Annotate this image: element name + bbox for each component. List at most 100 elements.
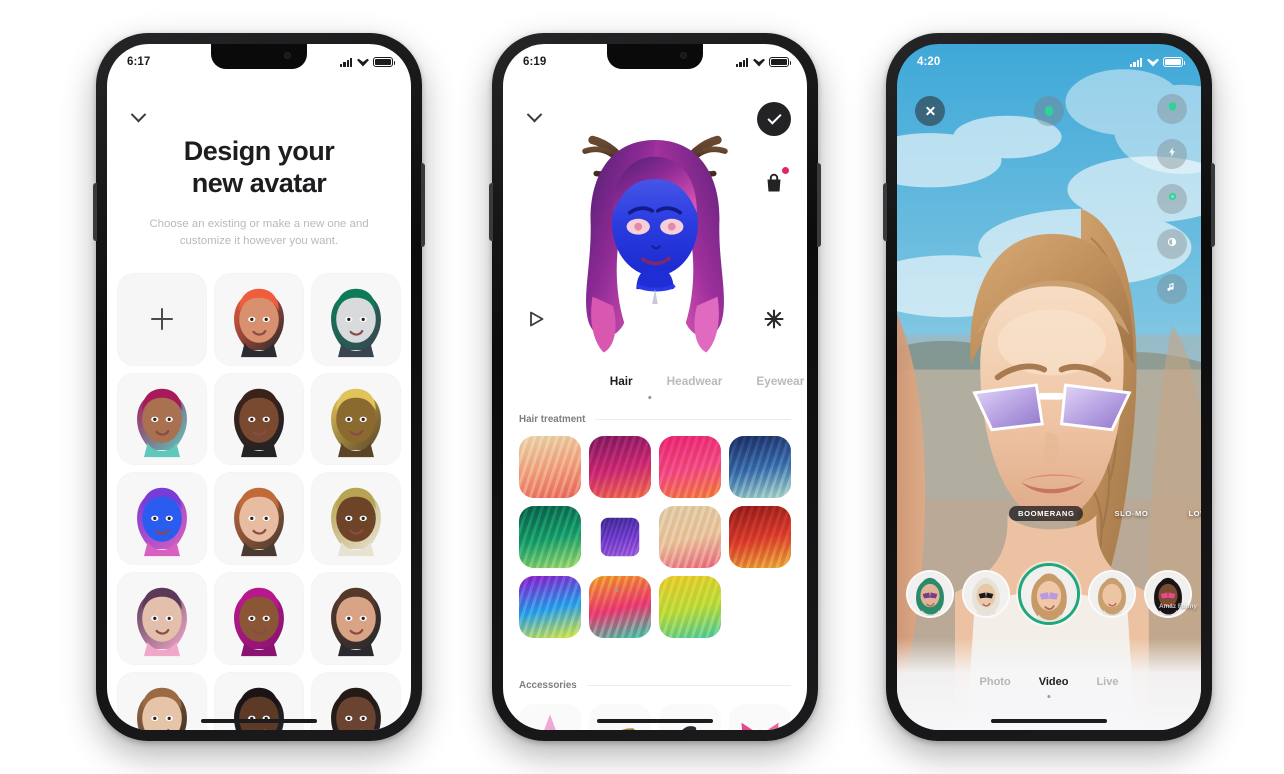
- rail-button-flash[interactable]: [1157, 139, 1187, 169]
- rail-button-music[interactable]: [1157, 274, 1187, 304]
- avatar-dark-curls[interactable]: [214, 372, 304, 466]
- status-icons: [340, 57, 396, 67]
- mode-live[interactable]: Live: [1096, 676, 1118, 688]
- avatar-red-hair-cap-art: [234, 288, 284, 358]
- page-title-line-2: new avatar: [191, 167, 327, 198]
- home-indicator[interactable]: [201, 718, 317, 723]
- rail-button-effects[interactable]: [1157, 184, 1187, 214]
- battery-full-icon: [1163, 57, 1186, 67]
- rail-button-filters[interactable]: [1157, 229, 1187, 259]
- shop-button[interactable]: [763, 167, 789, 194]
- chip-low-l[interactable]: LOW L: [1179, 506, 1201, 521]
- hair-strand-texture: [600, 517, 640, 557]
- accessory-pink-bow[interactable]: [729, 704, 791, 730]
- avatar-green-mohawk-skull[interactable]: [311, 273, 401, 366]
- status-icons: [1130, 57, 1186, 67]
- avatar-sticker-button[interactable]: [1034, 96, 1064, 126]
- tab-headwear[interactable]: Headwear: [667, 374, 723, 388]
- hair-strand-texture: [729, 506, 791, 568]
- lens-green-hair[interactable]: [906, 570, 954, 618]
- accessory-gold-antlers[interactable]: [589, 704, 651, 730]
- battery-full-icon: [769, 57, 792, 67]
- camera-control-rail: [1157, 94, 1187, 304]
- avatar-gold-fauxhawk[interactable]: [311, 372, 401, 466]
- notch: [211, 44, 307, 69]
- avatar-magenta-braids[interactable]: [117, 372, 207, 466]
- checkmark-icon: [766, 110, 782, 125]
- hair-strand-texture: [659, 576, 721, 638]
- avatar-thumbnail: [311, 373, 401, 466]
- page-subtitle: Choose an existing or make a new one and…: [149, 217, 369, 248]
- swatch-magenta-sunset[interactable]: [589, 436, 651, 498]
- status-time: 6:19: [523, 56, 547, 68]
- wifi-icon: [753, 58, 765, 67]
- lens-braid-sunglasses[interactable]: [1018, 563, 1080, 625]
- accessory-dark-headpiece[interactable]: [659, 704, 721, 730]
- swatch-yellow-green[interactable]: [659, 576, 721, 638]
- avatar-blue-creature[interactable]: [117, 472, 207, 566]
- avatar-thumbnail: [214, 273, 304, 366]
- capture-mode-tabs: Photo Video Live: [897, 676, 1201, 688]
- section-divider: [595, 419, 791, 420]
- rail-button-avatar[interactable]: [1157, 94, 1187, 124]
- avatar-thumbnail: [214, 472, 304, 565]
- avatar-afro-puff[interactable]: [311, 671, 401, 730]
- avatar-visor-pink[interactable]: [117, 572, 207, 665]
- chip-slo-mo[interactable]: SLO-MO: [1105, 506, 1157, 521]
- close-x-icon: [925, 106, 936, 117]
- lens-white-hair-shades[interactable]: [962, 570, 1010, 618]
- home-indicator[interactable]: [597, 718, 713, 723]
- lens-long-blonde[interactable]: [1088, 570, 1136, 618]
- close-customizer-button[interactable]: [517, 100, 551, 134]
- chip-boomerang[interactable]: BOOMERANG: [1009, 506, 1084, 521]
- tab-eyewear[interactable]: Eyewear: [756, 374, 804, 388]
- avatar-magenta-braids-art: [137, 388, 187, 457]
- hair-treatment-swatches: [503, 436, 807, 638]
- side-overlay-label: Amaz Funny: [1159, 603, 1197, 611]
- close-sheet-button[interactable]: [121, 100, 155, 134]
- avatar-light-brown-bob[interactable]: [117, 671, 207, 730]
- hero-block: Design your new avatar Choose an existin…: [107, 44, 411, 251]
- mode-photo[interactable]: Photo: [980, 676, 1011, 688]
- effects-button[interactable]: [763, 308, 785, 330]
- category-tabs: Hair Headwear Eyewear: [503, 364, 807, 398]
- status-icons: [736, 57, 792, 67]
- music-note-icon: [1166, 280, 1178, 298]
- avatar-red-hair-cap[interactable]: [214, 273, 304, 366]
- swatch-emerald-lime[interactable]: [519, 506, 581, 568]
- page-title-line-1: Design your: [183, 136, 335, 166]
- cellular-signal-icon: [1130, 57, 1143, 67]
- swatch-sand-rose[interactable]: [659, 506, 721, 568]
- capture-mode-chips: BOOMERANG SLO-MO LOW L: [897, 506, 1201, 521]
- swatch-violet-purple[interactable]: [600, 517, 640, 557]
- phone-1-screen: 6:17 Design your new avatar Choose an ex…: [107, 44, 411, 730]
- accessory-pink-star-clip[interactable]: [519, 704, 581, 730]
- swatch-rainbow-magenta[interactable]: [519, 576, 581, 638]
- confirm-avatar-button[interactable]: [757, 102, 791, 136]
- front-camera-icon: [284, 52, 291, 59]
- lens-carousel: [897, 556, 1201, 632]
- avatar-short-crop-red-lip[interactable]: [311, 572, 401, 665]
- hair-strand-texture: [519, 436, 581, 498]
- add-new-avatar[interactable]: [117, 273, 207, 366]
- avatar-magenta-hijab[interactable]: [214, 572, 304, 665]
- hair-strand-texture: [519, 576, 581, 638]
- swatch-blonde-coral[interactable]: [519, 436, 581, 498]
- close-camera-button[interactable]: [915, 96, 945, 126]
- section-label: Accessories: [519, 680, 577, 691]
- swatch-crimson-gold[interactable]: [729, 506, 791, 568]
- page-title: Design your new avatar: [133, 136, 385, 200]
- avatar-blonde-locs[interactable]: [311, 472, 401, 566]
- avatar-glasses-ginger[interactable]: [214, 472, 304, 566]
- home-indicator[interactable]: [991, 718, 1107, 723]
- tab-hair[interactable]: Hair: [610, 374, 633, 388]
- swatch-rainbow-warm[interactable]: [589, 576, 651, 638]
- swatch-pink-orange[interactable]: [659, 436, 721, 498]
- avatar-thumbnail: [311, 273, 401, 366]
- animate-avatar-button[interactable]: [525, 308, 547, 330]
- avatar-visor-pink-art: [137, 587, 187, 657]
- lens-braid-sunglasses-art: [1021, 566, 1077, 622]
- mode-video[interactable]: Video: [1039, 676, 1069, 688]
- tab-active-indicator: [648, 396, 652, 400]
- swatch-navy-teal[interactable]: [729, 436, 791, 498]
